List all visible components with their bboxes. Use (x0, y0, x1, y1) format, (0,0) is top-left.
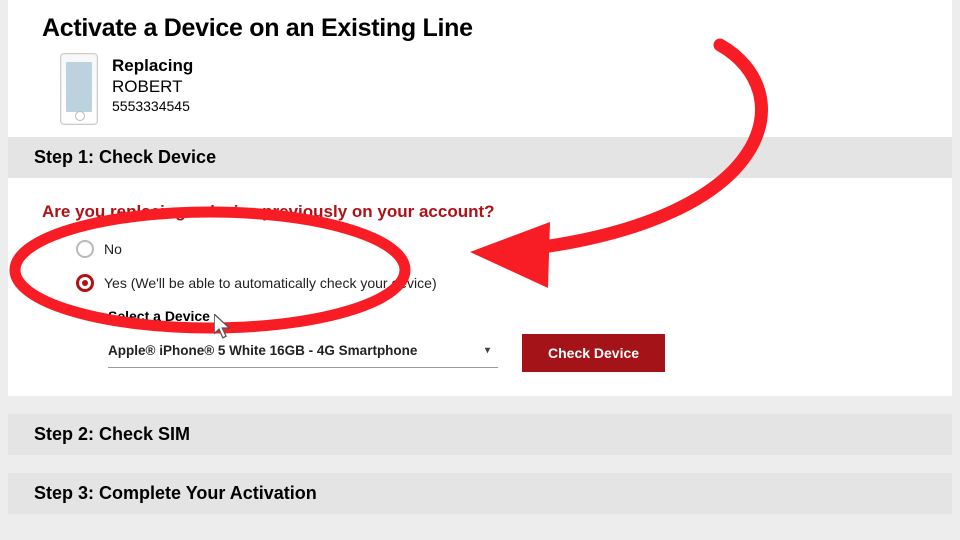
replacing-phone-number: 5553334545 (112, 98, 193, 116)
step1-body: Are you replacing a device previously on… (8, 178, 952, 396)
device-select[interactable]: Apple® iPhone® 5 White 16GB - 4G Smartph… (108, 338, 498, 368)
radio-yes-icon (76, 274, 94, 292)
radio-group-replace: No Yes (We'll be able to automatically c… (42, 240, 918, 292)
radio-no-icon (76, 240, 94, 258)
check-device-button[interactable]: Check Device (522, 334, 665, 372)
chevron-down-icon: ▾ (485, 345, 490, 356)
phone-icon (60, 53, 98, 125)
select-row: Apple® iPhone® 5 White 16GB - 4G Smartph… (108, 334, 918, 372)
radio-no-label: No (104, 241, 122, 257)
replacing-owner-name: ROBERT (112, 76, 193, 97)
radio-yes[interactable]: Yes (We'll be able to automatically chec… (76, 274, 918, 292)
page-root: Activate a Device on an Existing Line Re… (0, 0, 960, 540)
radio-yes-label: Yes (We'll be able to automatically chec… (104, 275, 437, 291)
spacer (0, 396, 960, 414)
step1-question: Are you replacing a device previously on… (42, 202, 918, 222)
header-card: Activate a Device on an Existing Line Re… (8, 0, 952, 137)
page-title: Activate a Device on an Existing Line (8, 0, 952, 49)
step3-header: Step 3: Complete Your Activation (8, 473, 952, 514)
radio-no[interactable]: No (76, 240, 918, 258)
current-device-row: Replacing ROBERT 5553334545 (8, 49, 952, 137)
select-device-label: Select a Device (108, 308, 918, 324)
replacing-label: Replacing (112, 55, 193, 76)
step1-header: Step 1: Check Device (8, 137, 952, 178)
spacer (0, 455, 960, 473)
current-device-info: Replacing ROBERT 5553334545 (112, 53, 193, 115)
device-select-value: Apple® iPhone® 5 White 16GB - 4G Smartph… (108, 343, 417, 358)
step2-header: Step 2: Check SIM (8, 414, 952, 455)
